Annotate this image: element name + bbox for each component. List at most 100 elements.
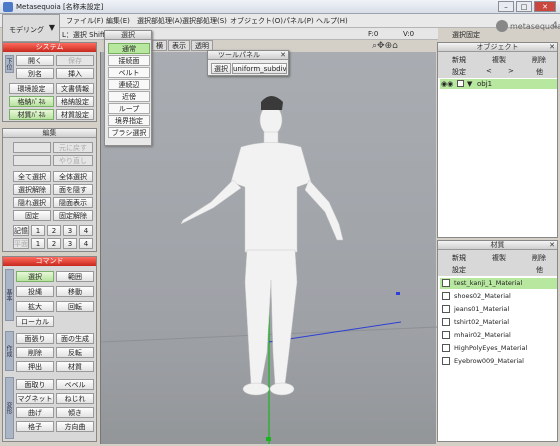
- rotate-tool-button[interactable]: 回転: [56, 301, 94, 312]
- local-tool-button[interactable]: ローカル: [16, 316, 54, 327]
- eye-icon[interactable]: ◉◉: [441, 79, 453, 89]
- move-tool-button[interactable]: 移動: [56, 286, 94, 297]
- object-delete-button[interactable]: 削除: [532, 55, 546, 65]
- plane-slot-4[interactable]: 4: [79, 238, 93, 249]
- object-new-button[interactable]: 新規: [452, 55, 466, 65]
- object-row-obj1[interactable]: ◉◉ ▼ obj1: [440, 79, 557, 89]
- flip-button[interactable]: 反転: [56, 347, 94, 358]
- extrude-button[interactable]: 押出: [16, 361, 54, 372]
- select-tool-button[interactable]: 選択: [16, 271, 54, 282]
- menu-object[interactable]: オブジェクト(O): [230, 16, 283, 26]
- bevel-button[interactable]: ベベル: [56, 379, 94, 390]
- material-button[interactable]: 材質: [56, 361, 94, 372]
- object-other-button[interactable]: 他: [536, 67, 543, 77]
- deselect-button[interactable]: 選択解除: [13, 184, 51, 195]
- face-generate-button[interactable]: 面の生成: [56, 333, 94, 344]
- close-icon[interactable]: ✕: [549, 241, 555, 250]
- lattice-button[interactable]: 格子: [16, 421, 54, 432]
- memory-slot-4[interactable]: 4: [79, 225, 93, 236]
- select-hidden-button[interactable]: 隠れ選択: [13, 197, 51, 208]
- tab-side[interactable]: 横: [152, 40, 167, 51]
- minimize-icon[interactable]: –: [498, 1, 514, 12]
- lasso-tool-button[interactable]: 投縄: [16, 286, 54, 297]
- directional-bend-button[interactable]: 方向曲: [56, 421, 94, 432]
- object-next-button[interactable]: >: [508, 67, 514, 75]
- plane-slot-2[interactable]: 2: [47, 238, 61, 249]
- environment-settings-button[interactable]: 環境設定: [9, 83, 54, 94]
- tilt-button[interactable]: 傾き: [56, 407, 94, 418]
- menu-panel[interactable]: パネル(P): [283, 16, 314, 26]
- tab-display[interactable]: 表示: [168, 40, 190, 51]
- material-row[interactable]: jeans01_Material: [440, 304, 557, 315]
- tool-panel-plugin[interactable]: uniform_subdivide: [232, 63, 287, 74]
- mode-dropdown[interactable]: モデリング ▼: [2, 14, 60, 42]
- material-panel-button[interactable]: 材質ﾊﾟﾈﾙ: [9, 109, 54, 120]
- redo-button-1[interactable]: [13, 155, 51, 166]
- menu-file[interactable]: ファイル(F): [66, 16, 104, 26]
- storage-settings-button[interactable]: 格納設定: [56, 96, 94, 107]
- select-mode-nearby[interactable]: 近傍: [108, 91, 150, 102]
- menu-selection-process[interactable]: 選択部処理(A): [137, 16, 182, 26]
- select-all-button[interactable]: 全て選択: [13, 171, 51, 182]
- material-row[interactable]: Eyebrow009_Material: [440, 356, 557, 367]
- material-row[interactable]: mhair02_Material: [440, 330, 557, 341]
- material-delete-button[interactable]: 削除: [532, 253, 546, 263]
- unlock-button[interactable]: 固定解除: [53, 210, 93, 221]
- material-new-button[interactable]: 新規: [452, 253, 466, 263]
- material-other-button[interactable]: 他: [536, 265, 543, 275]
- undo-button[interactable]: 元に戻す: [53, 142, 93, 153]
- scale-tool-button[interactable]: 拡大: [16, 301, 54, 312]
- object-settings-button[interactable]: 設定: [452, 67, 466, 77]
- delete-button[interactable]: 削除: [16, 347, 54, 358]
- material-row[interactable]: shoes02_Material: [440, 291, 557, 302]
- memory-slot-3[interactable]: 3: [63, 225, 77, 236]
- plane-slot-1[interactable]: 1: [31, 238, 45, 249]
- magnet-button[interactable]: マグネット: [16, 393, 54, 404]
- lock-button[interactable]: 固定: [13, 210, 51, 221]
- close-icon[interactable]: ✕: [280, 51, 286, 60]
- select-mode-normal[interactable]: 通常: [108, 43, 150, 54]
- select-mode-belt[interactable]: ベルト: [108, 67, 150, 78]
- select-whole-button[interactable]: 全体選択: [53, 171, 93, 182]
- undo-button-1[interactable]: [13, 142, 51, 153]
- plane-slot-3[interactable]: 3: [63, 238, 77, 249]
- open-button[interactable]: 開く: [16, 55, 54, 66]
- view-nav-icons[interactable]: ⌕✥⊕⌂: [372, 41, 398, 51]
- storage-panel-button[interactable]: 格納ﾊﾟﾈﾙ: [9, 96, 54, 107]
- twist-button[interactable]: ねじれ: [56, 393, 94, 404]
- save-as-button[interactable]: 別名: [16, 68, 54, 79]
- lock-icon[interactable]: [457, 80, 464, 87]
- select-mode-brush[interactable]: ブラシ選択: [108, 127, 150, 138]
- material-row[interactable]: test_kanji_1_Material: [440, 278, 557, 289]
- insert-button[interactable]: 挿入: [56, 68, 94, 79]
- range-tool-button[interactable]: 範囲: [56, 271, 94, 282]
- material-row[interactable]: HighPolyEyes_Material: [440, 343, 557, 354]
- tool-panel-select[interactable]: 選択: [211, 63, 231, 74]
- menu-selection-edit[interactable]: 選択部処理(S): [182, 16, 227, 26]
- redo-button[interactable]: やり直し: [53, 155, 93, 166]
- save-button[interactable]: 保存: [56, 55, 94, 66]
- selection-lock-label[interactable]: 選択固定: [452, 30, 480, 40]
- material-duplicate-button[interactable]: 複製: [492, 253, 506, 263]
- bend-button[interactable]: 曲げ: [16, 407, 54, 418]
- object-duplicate-button[interactable]: 複製: [492, 55, 506, 65]
- hide-faces-button[interactable]: 面を隠す: [53, 184, 93, 195]
- object-prev-button[interactable]: <: [486, 67, 492, 75]
- close-icon[interactable]: ✕: [549, 43, 555, 52]
- memory-slot-2[interactable]: 2: [47, 225, 61, 236]
- close-icon[interactable]: ✕: [534, 1, 556, 12]
- memory-slot-1[interactable]: 1: [31, 225, 45, 236]
- select-mode-loop[interactable]: ループ: [108, 103, 150, 114]
- show-hidden-button[interactable]: 隠面表示: [53, 197, 93, 208]
- document-info-button[interactable]: 文書情報: [56, 83, 94, 94]
- select-mode-boundary[interactable]: 境界指定: [108, 115, 150, 126]
- maximize-icon[interactable]: □: [516, 1, 532, 12]
- material-settings-button[interactable]: 材質設定: [56, 109, 94, 120]
- menu-help[interactable]: ヘルプ(H): [316, 16, 348, 26]
- chamfer-button[interactable]: 面取り: [16, 379, 54, 390]
- select-mode-connected-faces[interactable]: 接続面: [108, 55, 150, 66]
- material-row[interactable]: tshirt02_Material: [440, 317, 557, 328]
- select-mode-continuous-edge[interactable]: 連続辺: [108, 79, 150, 90]
- face-fill-button[interactable]: 面張り: [16, 333, 54, 344]
- menu-edit[interactable]: 編集(E): [106, 16, 130, 26]
